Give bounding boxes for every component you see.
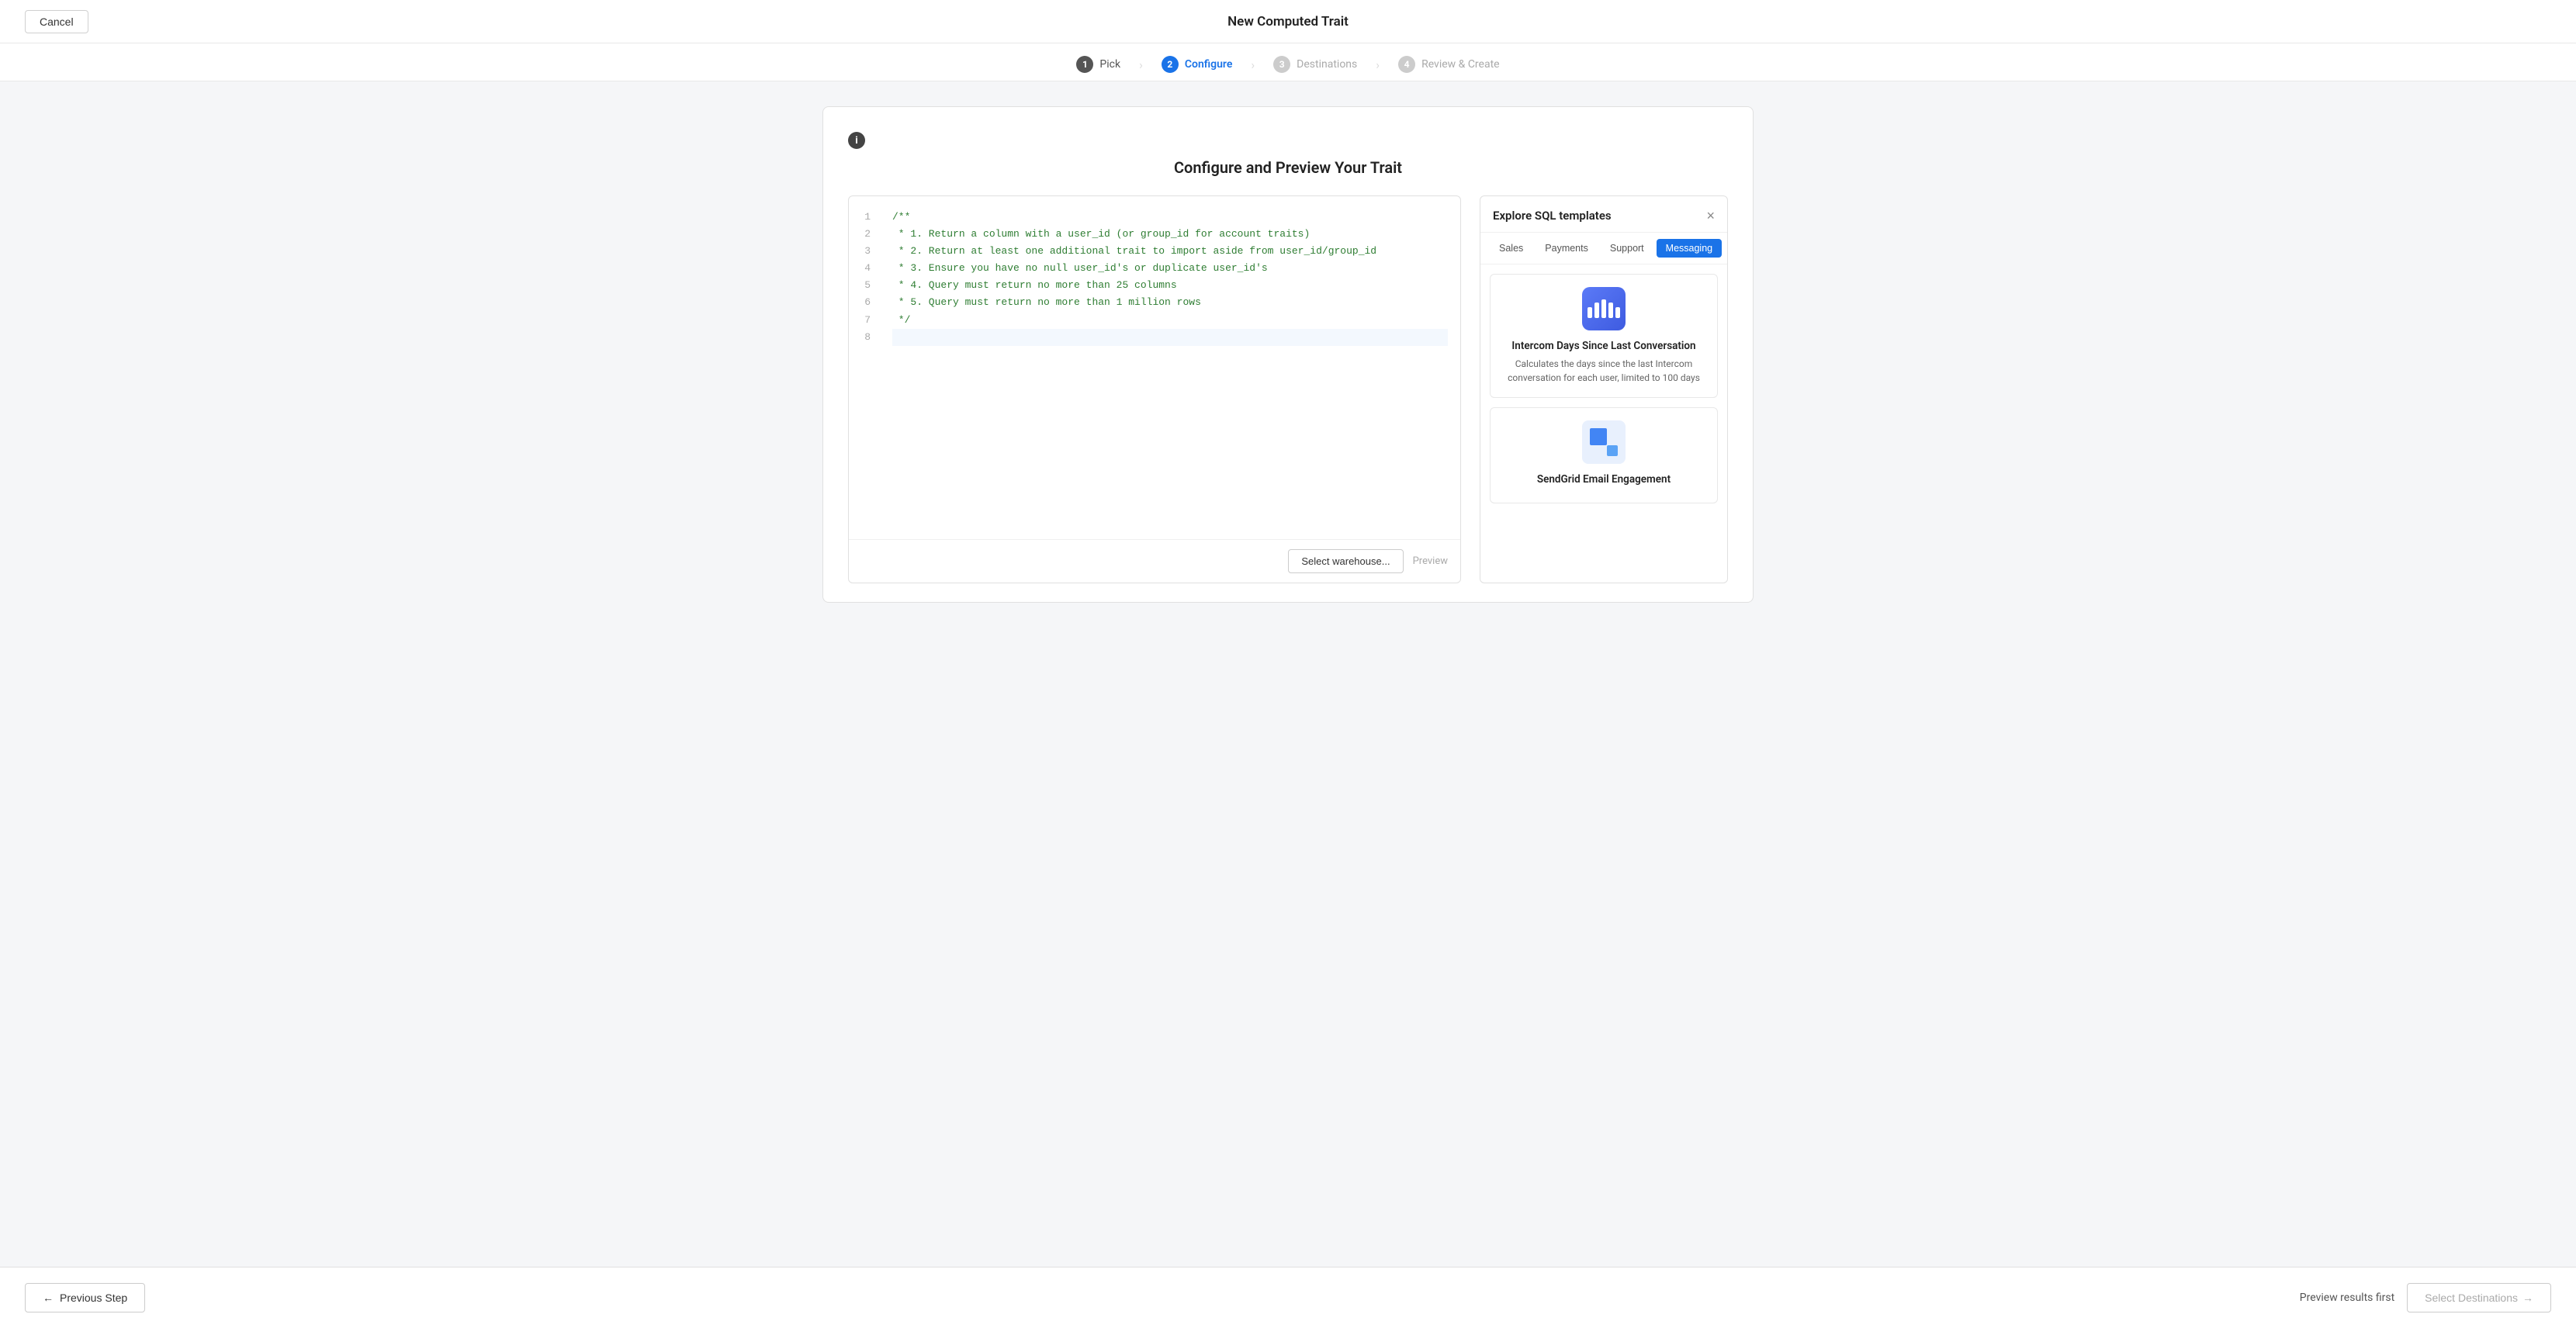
sql-panel-title: Explore SQL templates — [1493, 209, 1612, 223]
bar-2 — [1594, 303, 1599, 318]
prev-step-label: Previous Step — [60, 1292, 127, 1304]
configure-card: i Configure and Preview Your Trait 1 2 3… — [822, 106, 1754, 603]
sql-panel-header: Explore SQL templates × — [1480, 196, 1727, 233]
right-actions: Preview results first Select Destination… — [2300, 1283, 2551, 1312]
bar-3 — [1601, 299, 1606, 318]
bottom-bar: ← Previous Step Preview results first Se… — [0, 1267, 2576, 1328]
step-pick[interactable]: 1 Pick — [1058, 56, 1139, 73]
step-review-create[interactable]: 4 Review & Create — [1380, 56, 1518, 73]
step-configure[interactable]: 2 Configure — [1143, 56, 1251, 73]
sendgrid-icon — [1582, 420, 1626, 464]
step-review-label: Review & Create — [1421, 58, 1500, 71]
step-pick-circle: 1 — [1076, 56, 1093, 73]
tab-messaging[interactable]: Messaging — [1657, 239, 1722, 258]
sendgrid-template-name: SendGrid Email Engagement — [1503, 473, 1705, 486]
tab-sales[interactable]: Sales — [1490, 239, 1532, 258]
square-1 — [1590, 428, 1607, 445]
stepper: 1 Pick › 2 Configure › 3 Destinations › … — [0, 43, 2576, 81]
code-content[interactable]: /** * 1. Return a column with a user_id … — [880, 209, 1460, 527]
info-icon: i — [848, 132, 865, 149]
bar-5 — [1615, 307, 1620, 318]
step-review-circle: 4 — [1398, 56, 1415, 73]
intercom-bars — [1587, 299, 1620, 318]
main-content: i Configure and Preview Your Trait 1 2 3… — [0, 81, 2576, 628]
code-editor[interactable]: 1 2 3 4 5 6 7 8 /** * 1. Return a column… — [849, 196, 1460, 539]
tab-support[interactable]: Support — [1601, 239, 1653, 258]
code-editor-wrap: 1 2 3 4 5 6 7 8 /** * 1. Return a column… — [848, 195, 1461, 583]
page-title: New Computed Trait — [1227, 14, 1349, 29]
intercom-template-desc: Calculates the days since the last Inter… — [1503, 357, 1705, 385]
template-card-intercom[interactable]: Intercom Days Since Last Conversation Ca… — [1490, 274, 1718, 398]
select-destinations-button[interactable]: Select Destinations → — [2407, 1283, 2551, 1312]
intercom-template-name: Intercom Days Since Last Conversation — [1503, 340, 1705, 352]
select-warehouse-button[interactable]: Select warehouse... — [1288, 549, 1403, 573]
template-tabs: Sales Payments Support Messaging — [1480, 233, 1727, 265]
step-destinations-circle: 3 — [1273, 56, 1290, 73]
step-pick-label: Pick — [1099, 58, 1120, 71]
step-destinations-label: Destinations — [1297, 58, 1357, 71]
configure-title: Configure and Preview Your Trait — [848, 158, 1728, 177]
step-configure-label: Configure — [1185, 58, 1232, 71]
editor-panel-container: 1 2 3 4 5 6 7 8 /** * 1. Return a column… — [848, 195, 1728, 583]
sendgrid-squares — [1590, 428, 1618, 456]
template-card-sendgrid[interactable]: SendGrid Email Engagement — [1490, 407, 1718, 503]
line-numbers: 1 2 3 4 5 6 7 8 — [849, 209, 880, 527]
top-header: Cancel New Computed Trait — [0, 0, 2576, 43]
square-2 — [1607, 445, 1618, 456]
step-configure-circle: 2 — [1162, 56, 1179, 73]
sql-templates-panel: Explore SQL templates × Sales Payments S… — [1480, 195, 1728, 583]
step-destinations[interactable]: 3 Destinations — [1255, 56, 1376, 73]
editor-footer: Select warehouse... Preview — [849, 539, 1460, 583]
previous-step-button[interactable]: ← Previous Step — [25, 1283, 145, 1312]
select-dest-label: Select Destinations — [2425, 1292, 2518, 1304]
preview-results-text: Preview results first — [2300, 1292, 2394, 1304]
cancel-button[interactable]: Cancel — [25, 10, 88, 33]
tab-payments[interactable]: Payments — [1536, 239, 1598, 258]
prev-arrow-icon: ← — [43, 1292, 54, 1304]
select-dest-arrow-icon: → — [2522, 1292, 2533, 1304]
bar-4 — [1608, 303, 1613, 318]
bar-1 — [1587, 307, 1592, 318]
preview-button: Preview — [1413, 555, 1448, 567]
close-sql-panel-button[interactable]: × — [1706, 209, 1715, 223]
intercom-icon — [1582, 287, 1626, 330]
template-list: Intercom Days Since Last Conversation Ca… — [1480, 265, 1727, 583]
